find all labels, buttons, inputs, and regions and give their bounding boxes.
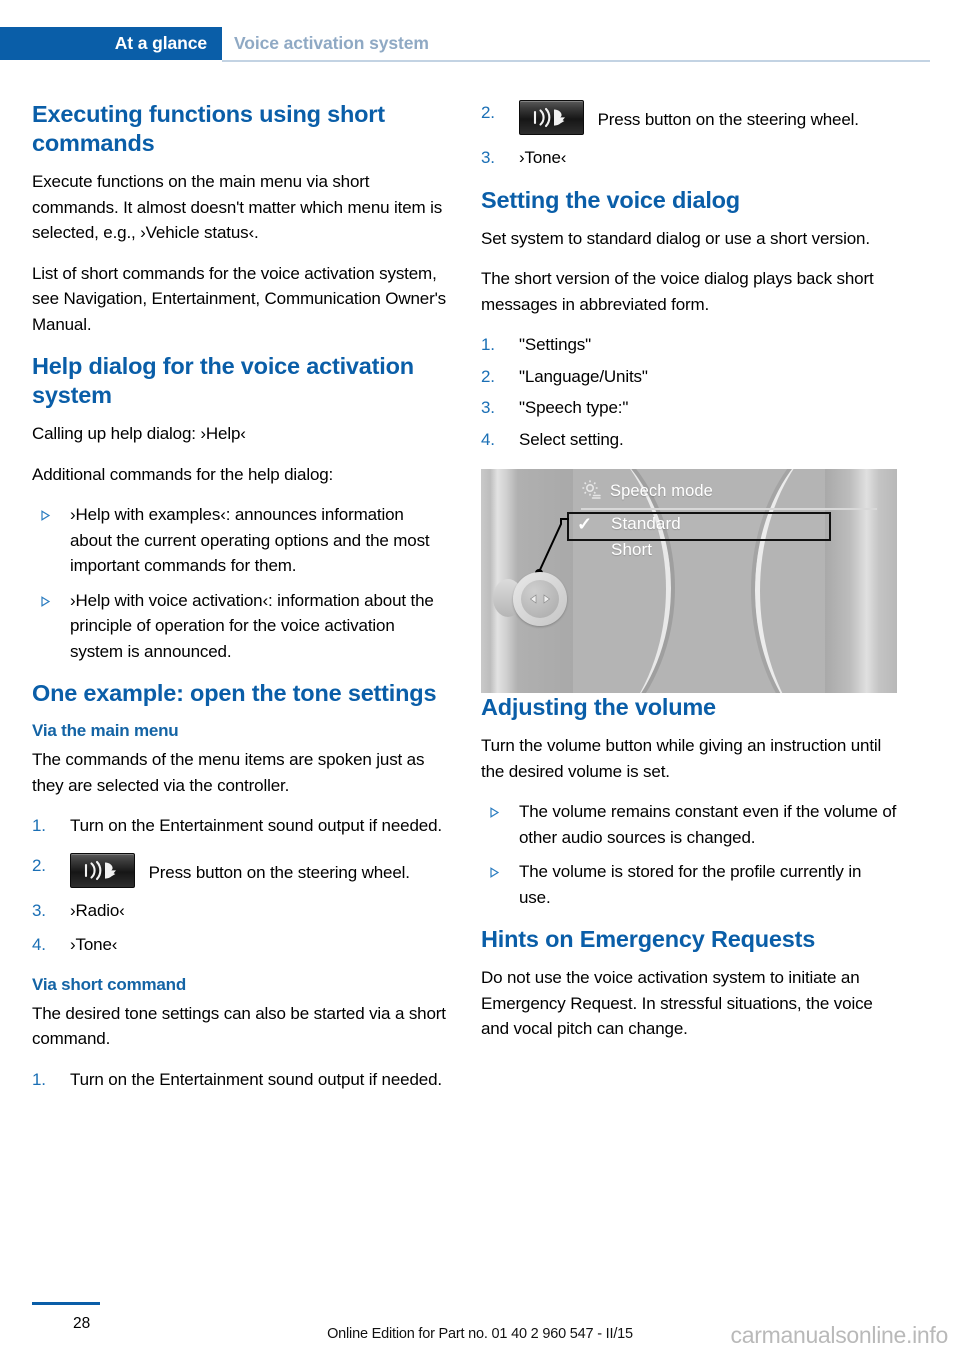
right-column: 2. Press button on the steering wheel. 3… bbox=[481, 100, 897, 1057]
step-label: ›Radio‹ bbox=[70, 900, 125, 920]
step-number: 2. bbox=[481, 103, 495, 122]
paragraph-hints-emergency: Do not use the voice activation system t… bbox=[481, 968, 873, 1038]
list-item: 2. Press button on the steering wheel. bbox=[32, 852, 448, 888]
list-item: ›Help with voice activation‹: informatio… bbox=[32, 588, 448, 665]
help-bullet-list: ›Help with examples‹: announces informat… bbox=[32, 502, 448, 664]
step-label: Press button on the steering wheel. bbox=[148, 862, 410, 882]
paragraph-help-1: Calling up help dialog: ›Help‹ bbox=[32, 424, 246, 443]
main-menu-step-list: 1. Turn on the Entertainment sound outpu… bbox=[32, 813, 448, 958]
voice-button-icon bbox=[70, 852, 135, 888]
list-item: 2. Press button on the steering wheel. bbox=[481, 100, 897, 135]
paragraph-via-short-command: The desired tone settings can also be st… bbox=[32, 1003, 446, 1049]
idrive-display-illustration: Speech mode ✓ Standard Short bbox=[481, 469, 897, 693]
continued-step-list: 2. Press button on the steering wheel. 3… bbox=[481, 100, 897, 171]
header-chapter-tab: At a glance bbox=[0, 27, 222, 60]
list-item: 1. Turn on the Entertainment sound outpu… bbox=[32, 813, 448, 839]
heading-via-main-menu: Via the main menu bbox=[32, 721, 179, 740]
step-label: Turn on the Entertainment sound output i… bbox=[70, 816, 442, 835]
short-command-step-list: 1. Turn on the Entertainment sound outpu… bbox=[32, 1067, 448, 1093]
heading-executing-functions: Executing functions using short commands bbox=[32, 101, 385, 156]
list-item-label: ›Help with examples‹: announces informat… bbox=[70, 505, 430, 575]
step-label: Turn on the Entertainment sound output i… bbox=[70, 1069, 442, 1089]
list-item: 1. Turn on the Entertainment sound outpu… bbox=[32, 1067, 448, 1093]
controller-arrows-icon bbox=[529, 594, 551, 604]
heading-one-example: One example: open the tone settings bbox=[32, 680, 437, 706]
list-item: 3. ›Radio‹ bbox=[32, 898, 448, 924]
list-item: 4. ›Tone‹ bbox=[32, 932, 448, 958]
step-label: ›Tone‹ bbox=[70, 935, 118, 954]
paragraph-short-commands-2: List of short commands for the voice act… bbox=[32, 263, 447, 334]
step-number: 3. bbox=[481, 398, 495, 417]
list-item: ›Help with examples‹: announces informat… bbox=[32, 502, 448, 579]
heading-via-short-command: Via short command bbox=[32, 974, 187, 994]
left-column: Executing functions using short commands… bbox=[32, 100, 448, 1107]
triangle-bullet-icon bbox=[485, 867, 500, 878]
step-number: 3. bbox=[481, 148, 495, 167]
list-item: The volume remains constant even if the … bbox=[481, 799, 897, 850]
footer-divider bbox=[32, 1302, 100, 1305]
step-label: "Language/Units" bbox=[519, 366, 648, 386]
header-chapter-label: At a glance bbox=[114, 33, 207, 53]
list-item: 3. ›Tone‹ bbox=[481, 145, 897, 171]
paragraph-via-main-menu: The commands of the menu items are spoke… bbox=[32, 750, 425, 795]
list-item-label: The volume is stored for the profile cur… bbox=[519, 862, 862, 907]
step-label: "Settings" bbox=[519, 335, 591, 354]
step-number: 2. bbox=[32, 855, 46, 875]
triangle-bullet-icon bbox=[485, 807, 500, 818]
step-number: 1. bbox=[481, 335, 495, 354]
list-item-label: ›Help with voice activation‹: informatio… bbox=[70, 590, 434, 661]
paragraph-adjusting-volume: Turn the volume button while giving an i… bbox=[481, 736, 882, 781]
step-number: 2. bbox=[481, 366, 495, 386]
paragraph-short-commands-1: Execute functions on the main menu via s… bbox=[32, 172, 443, 242]
page-header: At a glance Voice activation system bbox=[0, 27, 960, 60]
paragraph-setting-2: The short version of the voice dialog pl… bbox=[481, 269, 874, 314]
step-label: "Speech type:" bbox=[519, 398, 629, 417]
heading-help-dialog: Help dialog for the voice activation sys… bbox=[32, 353, 414, 408]
watermark: carmanualsonline.info bbox=[730, 1322, 949, 1348]
list-item: 4. Select setting. bbox=[481, 427, 897, 453]
step-number: 4. bbox=[32, 935, 46, 954]
triangle-bullet-icon bbox=[36, 595, 51, 607]
list-item: 1. "Settings" bbox=[481, 332, 897, 358]
step-label: ›Tone‹ bbox=[519, 148, 567, 167]
list-item-label: The volume remains constant even if the … bbox=[519, 802, 897, 847]
step-number: 1. bbox=[32, 816, 46, 835]
header-divider bbox=[222, 60, 930, 62]
list-item: 2. "Language/Units" bbox=[481, 364, 897, 390]
step-number: 1. bbox=[32, 1069, 46, 1089]
triangle-bullet-icon bbox=[36, 510, 51, 521]
list-item: The volume is stored for the profile cur… bbox=[481, 859, 897, 910]
heading-setting-voice-dialog: Setting the voice dialog bbox=[481, 186, 740, 213]
voice-button-icon bbox=[519, 100, 584, 135]
step-label: Press button on the steering wheel. bbox=[597, 110, 859, 129]
step-number: 4. bbox=[481, 429, 495, 449]
volume-bullet-list: The volume remains constant even if the … bbox=[481, 799, 897, 910]
heading-adjusting-volume: Adjusting the volume bbox=[481, 694, 716, 720]
paragraph-setting-1: Set system to standard dialog or use a s… bbox=[481, 228, 870, 248]
step-label: Select setting. bbox=[519, 429, 624, 449]
heading-hints-emergency: Hints on Emergency Requests bbox=[481, 926, 816, 952]
step-number: 3. bbox=[32, 900, 46, 920]
header-section-label: Voice activation system bbox=[234, 33, 429, 53]
setting-step-list: 1. "Settings" 2. "Language/Units" 3. "Sp… bbox=[481, 332, 897, 452]
paragraph-help-2: Additional commands for the help dialog: bbox=[32, 464, 334, 484]
list-item: 3. "Speech type:" bbox=[481, 395, 897, 421]
controller-knob-inner bbox=[521, 580, 559, 618]
